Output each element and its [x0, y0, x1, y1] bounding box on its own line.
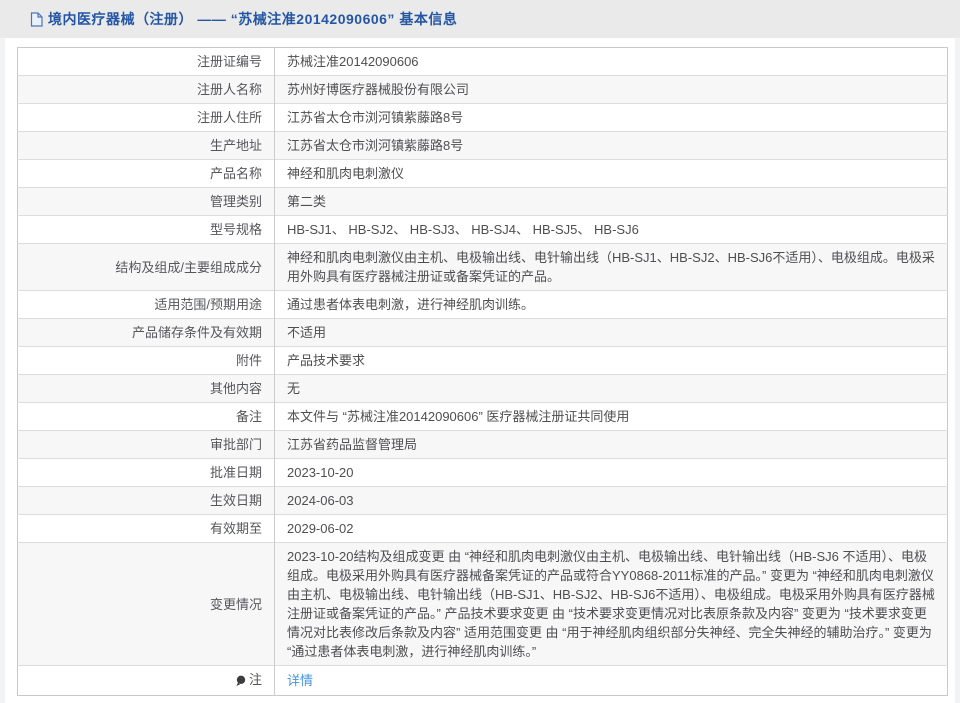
document-icon — [30, 12, 43, 27]
row-label: 变更情况 — [18, 543, 275, 666]
row-value: 不适用 — [275, 319, 948, 347]
details-link[interactable]: 详情 — [287, 673, 313, 688]
row-value: 苏械注准20142090606 — [275, 48, 948, 76]
table-row: 生产地址 江苏省太仓市浏河镇紫藤路8号 — [18, 132, 948, 160]
table-row: 生效日期 2024-06-03 — [18, 487, 948, 515]
table-row: 适用范围/预期用途 通过患者体表电刺激，进行神经肌肉训练。 — [18, 291, 948, 319]
row-value: 通过患者体表电刺激，进行神经肌肉训练。 — [275, 291, 948, 319]
row-value: 2023-10-20结构及组成变更 由 “神经和肌肉电刺激仪由主机、电极输出线、… — [275, 543, 948, 666]
row-value: 2024-06-03 — [275, 487, 948, 515]
table-row: 有效期至 2029-06-02 — [18, 515, 948, 543]
row-label: 生产地址 — [18, 132, 275, 160]
table-row: 批准日期 2023-10-20 — [18, 459, 948, 487]
row-value: 神经和肌肉电刺激仪由主机、电极输出线、电针输出线（HB-SJ1、HB-SJ2、H… — [275, 244, 948, 291]
row-label: 有效期至 — [18, 515, 275, 543]
row-value: 详情 — [275, 666, 948, 696]
table-row: 审批部门 江苏省药品监督管理局 — [18, 431, 948, 459]
table-row: 管理类别 第二类 — [18, 188, 948, 216]
row-value: 神经和肌肉电刺激仪 — [275, 160, 948, 188]
row-value: 第二类 — [275, 188, 948, 216]
row-label: 型号规格 — [18, 216, 275, 244]
note-row-label: 注 — [249, 670, 262, 689]
table-row: 变更情况 2023-10-20结构及组成变更 由 “神经和肌肉电刺激仪由主机、电… — [18, 543, 948, 666]
row-label: 产品储存条件及有效期 — [18, 319, 275, 347]
table-row: 产品名称 神经和肌肉电刺激仪 — [18, 160, 948, 188]
info-table-body: 注册证编号 苏械注准20142090606 注册人名称 苏州好博医疗器械股份有限… — [18, 48, 948, 696]
table-row: 型号规格 HB-SJ1、 HB-SJ2、 HB-SJ3、 HB-SJ4、 HB-… — [18, 216, 948, 244]
row-label: 注册证编号 — [18, 48, 275, 76]
row-value: 2029-06-02 — [275, 515, 948, 543]
table-row: 备注 本文件与 “苏械注准20142090606” 医疗器械注册证共同使用 — [18, 403, 948, 431]
table-row: 注册人住所 江苏省太仓市浏河镇紫藤路8号 — [18, 104, 948, 132]
row-label: 审批部门 — [18, 431, 275, 459]
row-label: 其他内容 — [18, 375, 275, 403]
row-value: 江苏省太仓市浏河镇紫藤路8号 — [275, 132, 948, 160]
row-label: 生效日期 — [18, 487, 275, 515]
row-value: 2023-10-20 — [275, 459, 948, 487]
row-label: 注 — [18, 666, 275, 696]
note-row: 注 详情 — [18, 666, 948, 696]
table-row: 结构及组成/主要组成成分 神经和肌肉电刺激仪由主机、电极输出线、电针输出线（HB… — [18, 244, 948, 291]
row-value: 江苏省太仓市浏河镇紫藤路8号 — [275, 104, 948, 132]
note-icon — [235, 675, 246, 687]
info-panel: 注册证编号 苏械注准20142090606 注册人名称 苏州好博医疗器械股份有限… — [5, 38, 955, 703]
row-value: 本文件与 “苏械注准20142090606” 医疗器械注册证共同使用 — [275, 403, 948, 431]
page-title: 境内医疗器械（注册） —— “苏械注准20142090606” 基本信息 — [48, 9, 457, 29]
registration-info-table: 注册证编号 苏械注准20142090606 注册人名称 苏州好博医疗器械股份有限… — [17, 47, 948, 696]
page-header: 境内医疗器械（注册） —— “苏械注准20142090606” 基本信息 — [0, 0, 960, 38]
row-label: 结构及组成/主要组成成分 — [18, 244, 275, 291]
row-label: 适用范围/预期用途 — [18, 291, 275, 319]
row-label: 管理类别 — [18, 188, 275, 216]
table-row: 其他内容 无 — [18, 375, 948, 403]
table-row: 注册人名称 苏州好博医疗器械股份有限公司 — [18, 76, 948, 104]
row-value: 江苏省药品监督管理局 — [275, 431, 948, 459]
row-label: 注册人名称 — [18, 76, 275, 104]
row-value: 苏州好博医疗器械股份有限公司 — [275, 76, 948, 104]
row-value: 产品技术要求 — [275, 347, 948, 375]
row-label: 批准日期 — [18, 459, 275, 487]
row-label: 注册人住所 — [18, 104, 275, 132]
row-value: 无 — [275, 375, 948, 403]
table-row: 附件 产品技术要求 — [18, 347, 948, 375]
row-label: 备注 — [18, 403, 275, 431]
row-label: 附件 — [18, 347, 275, 375]
table-row: 产品储存条件及有效期 不适用 — [18, 319, 948, 347]
table-row: 注册证编号 苏械注准20142090606 — [18, 48, 948, 76]
row-value: HB-SJ1、 HB-SJ2、 HB-SJ3、 HB-SJ4、 HB-SJ5、 … — [275, 216, 948, 244]
row-label: 产品名称 — [18, 160, 275, 188]
